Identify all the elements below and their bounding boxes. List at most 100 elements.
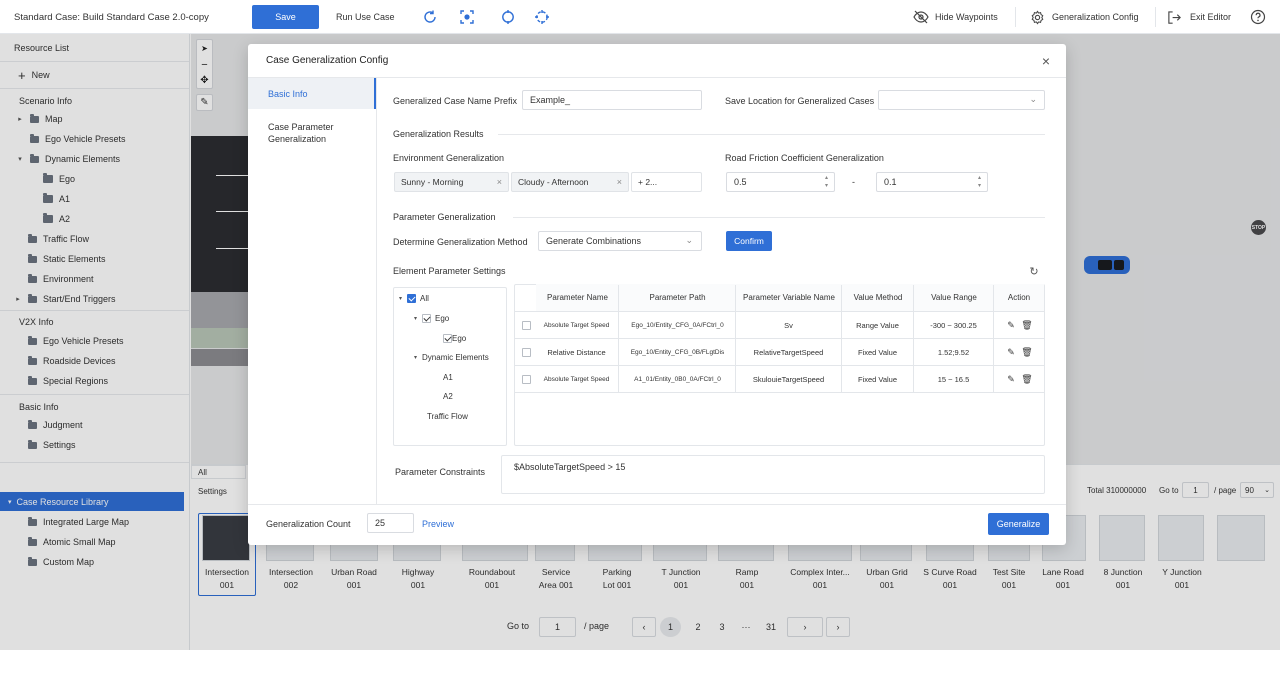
generalization-results-heading: Generalization Results xyxy=(393,129,484,139)
case-generalization-config-dialog: Case Generalization Config × Basic Info … xyxy=(248,44,1066,545)
refresh-icon[interactable]: ↻ xyxy=(1028,265,1040,278)
friction-max-input[interactable]: 0.1 ▴ ▾ xyxy=(876,172,988,192)
tree-label: All xyxy=(420,293,429,303)
checkbox-icon[interactable] xyxy=(521,348,531,357)
stepper-icon[interactable]: ▴ ▾ xyxy=(978,174,981,190)
tree-node-ego[interactable]: Ego xyxy=(443,332,466,344)
tree-node-ego-group[interactable]: ▾ Ego xyxy=(414,312,449,324)
tree-label: Ego xyxy=(452,333,467,343)
generalize-button[interactable]: Generalize xyxy=(988,513,1049,535)
edit-icon[interactable]: ✎ xyxy=(1005,312,1017,339)
delete-icon[interactable]: 🗑 xyxy=(1021,312,1033,339)
row-checkbox[interactable] xyxy=(520,312,532,339)
nav-basic-info[interactable]: Basic Info xyxy=(248,78,376,109)
tree-node-a1[interactable]: A1 xyxy=(443,371,453,383)
friction-dash: - xyxy=(852,177,855,187)
tree-label: Dynamic Elements xyxy=(422,352,489,362)
caret-down-icon: ▾ xyxy=(414,315,418,322)
rotate-icon[interactable] xyxy=(420,7,440,27)
eye-off-icon xyxy=(913,10,929,24)
checkbox-icon[interactable] xyxy=(521,321,531,330)
delete-icon[interactable]: 🗑 xyxy=(1021,366,1033,393)
generalization-count-input[interactable]: 25 xyxy=(367,513,414,533)
column-header: Parameter Variable Name xyxy=(736,284,842,311)
nav-case-parameter-generalization[interactable]: Case Parameter Generalization xyxy=(268,121,368,145)
value-range-cell: 1.52;9.52 xyxy=(937,348,970,357)
variable-name-cell: Sv xyxy=(784,321,793,330)
toolbar-divider xyxy=(1015,7,1016,27)
section-divider xyxy=(513,217,1045,218)
checkbox-icon[interactable] xyxy=(443,333,452,343)
delete-icon[interactable]: 🗑 xyxy=(1021,339,1033,366)
preview-link[interactable]: Preview xyxy=(422,519,454,529)
variable-name-cell: SkulouieTargetSpeed xyxy=(752,375,825,384)
run-use-case-button[interactable]: Run Use Case xyxy=(336,0,395,34)
row-checkbox[interactable] xyxy=(520,339,532,366)
exit-icon xyxy=(1167,10,1182,25)
divider xyxy=(248,504,1066,505)
close-icon[interactable]: × xyxy=(1038,53,1054,69)
tree-label: Ego xyxy=(435,313,450,323)
parameter-generalization-heading: Parameter Generalization xyxy=(393,212,496,222)
friction-min-value: 0.5 xyxy=(734,177,747,187)
element-tree xyxy=(393,287,507,446)
friction-label: Road Friction Coefficient Generalization xyxy=(725,153,884,163)
parameter-path-cell: Ego_10/Entity_CFG_0A/FCtrl_0 xyxy=(631,322,724,329)
parameter-constraints-label: Parameter Constraints xyxy=(395,467,486,477)
parameter-path-cell: Ego_10/Entity_CFG_0B/FLgtDis xyxy=(630,349,725,356)
env-chip-cloudy-afternoon: Cloudy - Afternoon × xyxy=(511,172,629,192)
save-button[interactable]: Save xyxy=(252,5,319,29)
chip-remove-icon[interactable]: × xyxy=(497,177,502,187)
column-header: Parameter Name xyxy=(536,284,619,311)
save-location-label: Save Location for Generalized Cases xyxy=(725,96,875,106)
parameter-name-cell: Relative Distance xyxy=(547,348,606,357)
checkbox-icon[interactable] xyxy=(521,375,531,384)
env-chip-sunny-morning: Sunny - Morning × xyxy=(394,172,509,192)
tree-node-all[interactable]: ▾ All xyxy=(399,292,429,304)
column-header: Parameter Path xyxy=(619,284,736,311)
method-select[interactable]: Generate Combinations ⌄ xyxy=(538,231,702,251)
case-title: Standard Case: Build Standard Case 2.0-c… xyxy=(14,11,209,23)
parameter-constraints-input[interactable]: $AbsoluteTargetSpeed > 15 xyxy=(501,455,1045,494)
exit-editor-button[interactable]: Exit Editor xyxy=(1190,0,1231,34)
hide-waypoints-button[interactable]: Hide Waypoints xyxy=(935,0,998,34)
column-header: Value Range xyxy=(914,284,994,311)
dashed-cycle-icon[interactable] xyxy=(532,7,552,27)
method-label: Determine Generalization Method xyxy=(393,237,528,247)
parameter-path-cell: A1_01/Entity_0B0_0A/FCtrl_0 xyxy=(634,376,721,383)
value-method-cell: Fixed Value xyxy=(857,348,898,357)
checkbox-icon[interactable] xyxy=(407,293,417,303)
focus-icon[interactable] xyxy=(457,7,477,27)
value-range-cell: -300 ~ 300.25 xyxy=(930,321,977,330)
chevron-down-icon: ⌄ xyxy=(685,235,693,245)
save-location-select[interactable]: ⌄ xyxy=(878,90,1045,110)
stepper-icon[interactable]: ▴ ▾ xyxy=(825,174,828,190)
chip-label: Sunny - Morning xyxy=(401,177,464,187)
help-icon[interactable] xyxy=(1248,7,1268,27)
checkbox-icon[interactable] xyxy=(422,313,432,323)
generalization-count-label: Generalization Count xyxy=(266,519,351,529)
toolbar-divider xyxy=(1155,7,1156,27)
caret-down-icon: ▾ xyxy=(399,295,403,302)
chevron-down-icon: ⌄ xyxy=(1029,94,1037,104)
cycle-icon[interactable] xyxy=(498,7,518,27)
tree-node-traffic-flow[interactable]: Traffic Flow xyxy=(427,410,468,422)
tree-node-a2[interactable]: A2 xyxy=(443,390,453,402)
name-prefix-label: Generalized Case Name Prefix xyxy=(393,96,518,106)
caret-down-icon: ▾ xyxy=(414,354,418,361)
name-prefix-input[interactable]: Example_ xyxy=(522,90,702,110)
row-checkbox[interactable] xyxy=(520,366,532,393)
confirm-button[interactable]: Confirm xyxy=(726,231,772,251)
column-header: Value Method xyxy=(842,284,914,311)
parameter-name-cell: Absolute Target Speed xyxy=(543,376,610,383)
edit-icon[interactable]: ✎ xyxy=(1005,366,1017,393)
tree-node-dynamic-elements[interactable]: ▾ Dynamic Elements xyxy=(414,351,489,363)
element-parameter-settings-label: Element Parameter Settings xyxy=(393,266,506,276)
column-divider xyxy=(993,285,994,392)
edit-icon[interactable]: ✎ xyxy=(1005,339,1017,366)
friction-min-input[interactable]: 0.5 ▴ ▾ xyxy=(726,172,835,192)
chip-remove-icon[interactable]: × xyxy=(617,177,622,187)
env-more-chip[interactable]: + 2... xyxy=(631,172,702,192)
column-header: Action xyxy=(994,284,1044,311)
generalization-config-button[interactable]: Generalization Config xyxy=(1052,0,1139,34)
